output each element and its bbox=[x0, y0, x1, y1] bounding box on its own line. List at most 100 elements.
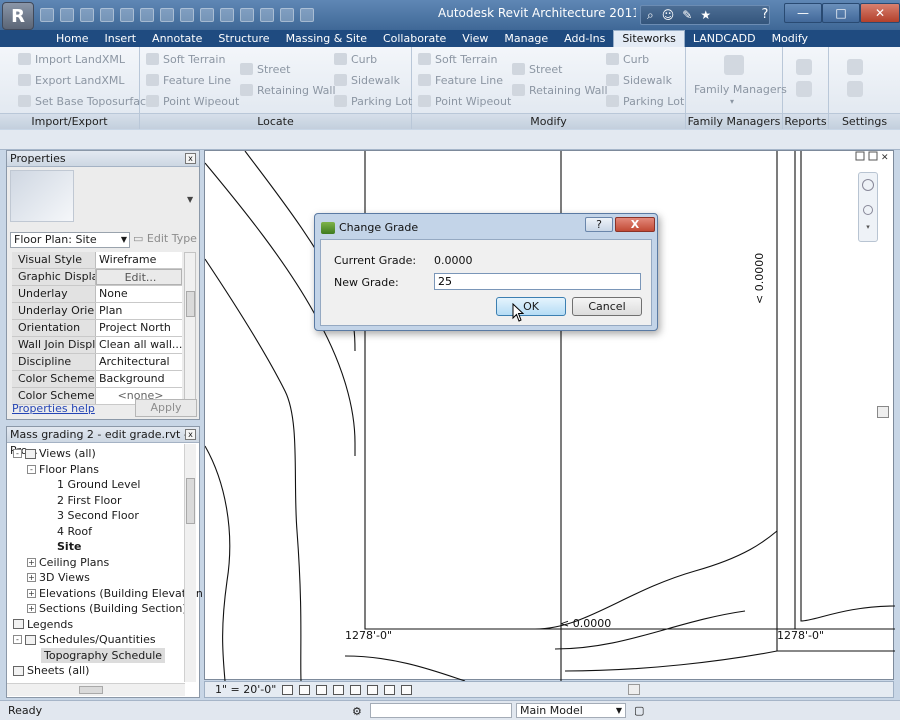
workset-selector[interactable] bbox=[370, 703, 512, 718]
locate-parking-lot-button[interactable]: Parking Lot bbox=[334, 93, 412, 109]
detail-level-icon[interactable] bbox=[282, 684, 294, 695]
tab-insert[interactable]: Insert bbox=[96, 31, 144, 47]
steering-wheel-icon[interactable] bbox=[862, 179, 874, 191]
tag-icon[interactable] bbox=[160, 8, 174, 22]
help-icon[interactable]: ? bbox=[756, 7, 774, 23]
restore-view-icon[interactable] bbox=[855, 151, 865, 161]
locate-retaining-wall-button[interactable]: Retaining Wall bbox=[240, 82, 336, 98]
scrollbar-thumb[interactable] bbox=[186, 291, 195, 317]
chevron-down-icon[interactable]: ▾ bbox=[859, 223, 877, 231]
switch-windows-icon[interactable] bbox=[280, 8, 294, 22]
dialog-help-button[interactable]: ? bbox=[585, 217, 613, 232]
measure-icon[interactable] bbox=[120, 8, 134, 22]
export-landxml-button[interactable]: Export LandXML bbox=[18, 72, 124, 88]
thin-lines-icon[interactable] bbox=[240, 8, 254, 22]
report-export-icon[interactable] bbox=[796, 81, 812, 97]
wrench-icon[interactable]: ✎ bbox=[682, 8, 692, 22]
scrollbar-thumb[interactable] bbox=[186, 478, 195, 524]
zoom-icon[interactable] bbox=[863, 205, 873, 215]
crop-view-icon[interactable] bbox=[350, 684, 362, 695]
edit-type-button[interactable]: ▭ Edit Type bbox=[133, 232, 197, 245]
property-row[interactable]: Wall Join Displ...Clean all wall... bbox=[12, 337, 182, 354]
browser-tree-item[interactable]: Topography Schedule bbox=[41, 647, 166, 663]
property-value[interactable]: Project North bbox=[96, 320, 182, 336]
modify-parking-lot-button[interactable]: Parking Lot bbox=[606, 93, 684, 109]
close-icon[interactable]: x bbox=[185, 153, 196, 164]
modify-soft-terrain-button[interactable]: Soft Terrain bbox=[418, 51, 497, 67]
tab-annotate[interactable]: Annotate bbox=[144, 31, 210, 47]
shadows-icon[interactable] bbox=[333, 684, 345, 695]
modify-curb-button[interactable]: Curb bbox=[606, 51, 649, 67]
modify-street-button[interactable]: Street bbox=[512, 61, 562, 77]
browser-tree-item[interactable]: 2 First Floor bbox=[57, 493, 122, 508]
open-icon[interactable] bbox=[40, 8, 54, 22]
show-crop-region-icon[interactable] bbox=[367, 684, 379, 695]
tab-home[interactable]: Home bbox=[48, 31, 96, 47]
browser-tree-item[interactable]: 4 Roof bbox=[57, 524, 92, 539]
browser-tree-item[interactable]: + Sections (Building Section) bbox=[27, 601, 187, 616]
collapse-icon[interactable]: - bbox=[13, 635, 22, 644]
apply-button[interactable]: Apply bbox=[135, 399, 197, 417]
save-icon[interactable] bbox=[60, 8, 74, 22]
collapse-icon[interactable]: - bbox=[13, 449, 22, 458]
property-value[interactable]: Plan bbox=[96, 303, 182, 319]
tab-structure[interactable]: Structure bbox=[210, 31, 277, 47]
undo-icon[interactable] bbox=[80, 8, 94, 22]
view-scale[interactable]: 1" = 20'-0" bbox=[215, 683, 276, 696]
browser-horizontal-scrollbar[interactable] bbox=[7, 683, 185, 696]
report-icon[interactable] bbox=[796, 59, 812, 75]
locate-soft-terrain-button[interactable]: Soft Terrain bbox=[146, 51, 225, 67]
expand-icon[interactable]: + bbox=[27, 573, 36, 582]
property-row[interactable]: Color Scheme ...Background bbox=[12, 371, 182, 388]
text-icon[interactable] bbox=[180, 8, 194, 22]
modify-point-wipeout-button[interactable]: Point Wipeout bbox=[418, 93, 511, 109]
tab-collaborate[interactable]: Collaborate bbox=[375, 31, 454, 47]
collapse-icon[interactable]: - bbox=[27, 464, 36, 474]
section-icon[interactable] bbox=[220, 8, 234, 22]
close-hidden-windows-icon[interactable] bbox=[260, 8, 274, 22]
set-base-toposurface-button[interactable]: Set Base Toposurface bbox=[18, 93, 153, 109]
locate-sidewalk-button[interactable]: Sidewalk bbox=[334, 72, 400, 88]
locate-curb-button[interactable]: Curb bbox=[334, 51, 377, 67]
tab-massing-site[interactable]: Massing & Site bbox=[278, 31, 375, 47]
close-icon[interactable]: x bbox=[185, 429, 196, 440]
locate-point-wipeout-button[interactable]: Point Wipeout bbox=[146, 93, 239, 109]
modify-feature-line-button[interactable]: Feature Line bbox=[418, 72, 503, 88]
tab-manage[interactable]: Manage bbox=[496, 31, 556, 47]
scrollbar-thumb[interactable] bbox=[79, 686, 103, 694]
browser-tree-item[interactable]: Site bbox=[57, 539, 81, 554]
property-row[interactable]: Underlay None bbox=[12, 286, 182, 303]
browser-tree-item[interactable]: - Floor Plans bbox=[27, 462, 99, 477]
modify-retaining-wall-button[interactable]: Retaining Wall bbox=[512, 82, 608, 98]
dialog-close-button[interactable]: X bbox=[615, 217, 655, 232]
browser-tree-item[interactable]: 1 Ground Level bbox=[57, 477, 141, 492]
ok-button[interactable]: OK bbox=[496, 297, 566, 316]
redo-icon[interactable] bbox=[100, 8, 114, 22]
expand-icon[interactable]: + bbox=[27, 557, 36, 567]
maximize-button[interactable]: □ bbox=[822, 3, 860, 23]
browser-tree-item[interactable]: + Ceiling Plans bbox=[27, 555, 109, 570]
property-value[interactable]: Edit... bbox=[96, 269, 182, 285]
browser-tree-item[interactable]: Legends bbox=[13, 617, 73, 632]
3d-view-icon[interactable] bbox=[200, 8, 214, 22]
tab-modify[interactable]: Modify bbox=[764, 31, 816, 47]
worksets-icon[interactable]: ⚙ bbox=[352, 703, 362, 720]
property-row[interactable]: Underlay Orie... Plan bbox=[12, 303, 182, 320]
tab-siteworks[interactable]: Siteworks bbox=[613, 30, 685, 47]
modify-sidewalk-button[interactable]: Sidewalk bbox=[606, 72, 672, 88]
instance-type-filter[interactable]: Floor Plan: Site ▼ bbox=[10, 232, 130, 248]
cancel-button[interactable]: Cancel bbox=[572, 297, 642, 316]
browser-vertical-scrollbar[interactable] bbox=[184, 444, 196, 682]
property-value[interactable]: None bbox=[96, 286, 182, 302]
property-row[interactable]: Graphic Displa...Edit... bbox=[12, 269, 182, 286]
browser-tree-item[interactable]: - Schedules/Quantities bbox=[13, 632, 156, 647]
binoculars-icon[interactable]: ⌕ bbox=[647, 8, 654, 23]
property-row[interactable]: Discipline Architectural bbox=[12, 354, 182, 371]
visual-style-icon[interactable] bbox=[299, 684, 311, 695]
application-menu-button[interactable]: R bbox=[2, 2, 34, 30]
tab-add-ins[interactable]: Add-Ins bbox=[556, 31, 613, 47]
locate-street-button[interactable]: Street bbox=[240, 61, 290, 77]
tab-landcadd[interactable]: LANDCADD bbox=[685, 31, 764, 47]
star-icon[interactable]: ★ bbox=[700, 8, 711, 22]
locate-feature-line-button[interactable]: Feature Line bbox=[146, 72, 231, 88]
